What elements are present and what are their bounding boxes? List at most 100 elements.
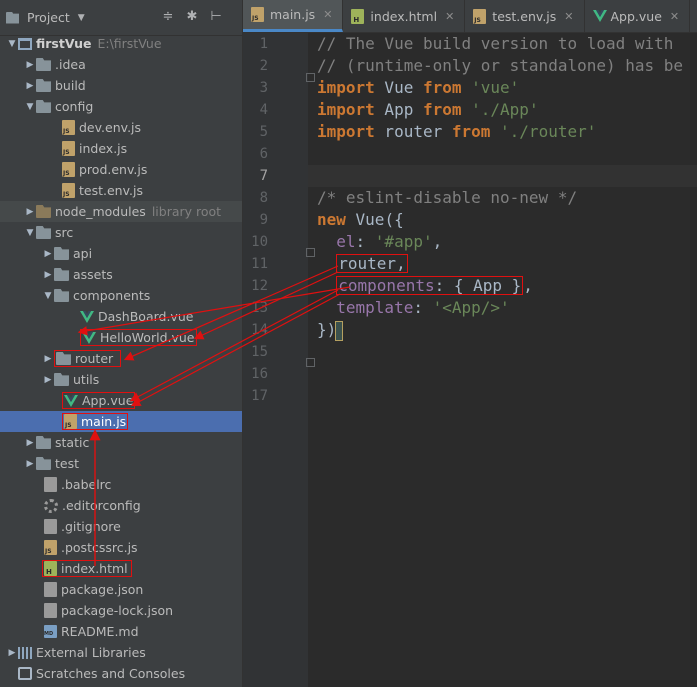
chevron-down-icon[interactable]: ▼ [42, 291, 54, 301]
tree-item-helloworld-vue[interactable]: HelloWorld.vue [0, 327, 242, 348]
tree-item-editorconfig[interactable]: .editorconfig [0, 495, 242, 516]
code-text: , [396, 254, 406, 273]
tree-item-label: static [55, 435, 90, 450]
tree-item-static[interactable]: ▶ static [0, 432, 242, 453]
tree-item-scratches[interactable]: Scratches and Consoles [0, 663, 242, 684]
tree-item-label: package.json [61, 582, 144, 597]
identifier: router [374, 122, 452, 141]
tree-item-api[interactable]: ▶ api [0, 243, 242, 264]
fold-marker-icon[interactable] [306, 73, 315, 82]
close-icon[interactable]: ✕ [670, 10, 679, 23]
tree-item-main-js[interactable]: main.js [0, 411, 242, 432]
chevron-right-icon[interactable]: ▶ [24, 81, 36, 91]
tab-test-env-js[interactable]: test.env.js ✕ [465, 0, 585, 32]
line-number: 15 [251, 344, 268, 360]
folder-icon [36, 226, 51, 239]
chevron-down-icon[interactable]: ▼ [24, 102, 36, 112]
chevron-right-icon[interactable]: ▶ [6, 648, 18, 658]
tree-item-dev-env-js[interactable]: dev.env.js [0, 117, 242, 138]
close-icon[interactable]: ✕ [323, 8, 332, 21]
tree-item-index-html[interactable]: index.html [0, 558, 242, 579]
fold-marker-icon[interactable] [306, 358, 315, 367]
tree-item-readme-md[interactable]: README.md [0, 621, 242, 642]
tree-item-test[interactable]: ▶ test [0, 453, 242, 474]
tree-item-idea[interactable]: ▶ .idea [0, 54, 242, 75]
identifier: Vue [374, 78, 423, 97]
close-icon[interactable]: ✕ [445, 10, 454, 23]
tab-index-html[interactable]: index.html ✕ [343, 0, 466, 32]
tree-item-dashboard-vue[interactable]: DashBoard.vue [0, 306, 242, 327]
tree-item-label: config [55, 99, 94, 114]
chevron-down-icon[interactable]: ▼ [78, 13, 85, 23]
close-icon[interactable]: ✕ [564, 10, 573, 23]
tree-item-postcssrc-js[interactable]: .postcssrc.js [0, 537, 242, 558]
tree-item-utils[interactable]: ▶ utils [0, 369, 242, 390]
tree-item-test-env-js[interactable]: test.env.js [0, 180, 242, 201]
config-file-icon [44, 582, 57, 597]
tree-item-label: .postcssrc.js [61, 540, 138, 555]
folder-icon [56, 352, 71, 365]
tree-item-package-lock-json[interactable]: package-lock.json [0, 600, 242, 621]
code-text: : [413, 298, 433, 317]
project-view-title[interactable]: Project [27, 10, 70, 25]
tree-item-router[interactable]: ▶ router [0, 348, 242, 369]
property: el [336, 232, 356, 251]
folder-icon [36, 58, 51, 71]
tree-item-label: assets [73, 267, 113, 282]
tab-main-js[interactable]: main.js ✕ [243, 0, 344, 32]
chevron-right-icon[interactable]: ▶ [42, 354, 54, 364]
line-number: 3 [259, 80, 268, 96]
chevron-right-icon[interactable]: ▶ [24, 459, 36, 469]
tree-item-config[interactable]: ▼ config [0, 96, 242, 117]
chevron-right-icon[interactable]: ▶ [24, 60, 36, 70]
folder-icon [54, 289, 69, 302]
tree-item-label: README.md [61, 624, 139, 639]
gear-icon[interactable]: ✱ [185, 9, 199, 24]
project-view-icon [6, 11, 19, 24]
chevron-right-icon[interactable]: ▶ [24, 438, 36, 448]
tree-item-node-modules[interactable]: ▶ node_modules library root [0, 201, 242, 222]
folder-icon [54, 247, 69, 260]
chevron-right-icon[interactable]: ▶ [24, 207, 36, 217]
vue-file-icon [80, 310, 94, 323]
tree-item-babelrc[interactable]: .babelrc [0, 474, 242, 495]
property: template [336, 298, 414, 317]
chevron-right-icon[interactable]: ▶ [42, 270, 54, 280]
chevron-down-icon[interactable]: ▼ [6, 39, 18, 49]
tree-item-package-json[interactable]: package.json [0, 579, 242, 600]
tree-item-gitignore[interactable]: .gitignore [0, 516, 242, 537]
identifier: router [338, 254, 397, 273]
chevron-right-icon[interactable]: ▶ [42, 375, 54, 385]
folder-icon [36, 100, 51, 113]
project-path: E:\firstVue [97, 36, 162, 51]
tree-item-label: api [73, 246, 93, 261]
tree-item-app-vue[interactable]: App.vue [0, 390, 242, 411]
code-line-1: // The Vue build version to load with [317, 33, 673, 55]
property: components [338, 276, 435, 295]
code-line-10: el: '#app', [317, 231, 442, 253]
md-file-icon [44, 625, 57, 638]
line-number: 17 [251, 388, 268, 404]
collapse-all-icon[interactable]: ≑ [161, 9, 175, 24]
tree-item-src[interactable]: ▼ src [0, 222, 242, 243]
js-file-icon [251, 7, 264, 22]
tree-item-label: components [73, 288, 151, 303]
tree-item-assets[interactable]: ▶ assets [0, 264, 242, 285]
tree-item-firstvue[interactable]: ▼ firstVue E:\firstVue [0, 33, 242, 54]
hide-panel-icon[interactable]: ⊢ [209, 9, 223, 24]
chevron-down-icon[interactable]: ▼ [24, 228, 36, 238]
tree-item-index-js[interactable]: index.js [0, 138, 242, 159]
chevron-right-icon[interactable]: ▶ [42, 249, 54, 259]
tree-item-external-libraries[interactable]: ▶ External Libraries [0, 642, 242, 663]
tree-item-prod-env-js[interactable]: prod.env.js [0, 159, 242, 180]
tree-item-label: HelloWorld.vue [100, 330, 195, 345]
tab-app-vue[interactable]: App.vue ✕ [585, 0, 691, 32]
tree-item-build[interactable]: ▶ build [0, 75, 242, 96]
editor-tab-bar: main.js ✕ index.html ✕ test.env.js ✕ App… [243, 0, 697, 33]
line-number: 2 [259, 58, 268, 74]
tree-item-components[interactable]: ▼ components [0, 285, 242, 306]
tree-item-label: .editorconfig [62, 498, 141, 513]
fold-marker-icon[interactable] [306, 248, 315, 257]
folder-icon [36, 457, 51, 470]
code-line-2: // (runtime-only or standalone) has be [317, 55, 683, 77]
